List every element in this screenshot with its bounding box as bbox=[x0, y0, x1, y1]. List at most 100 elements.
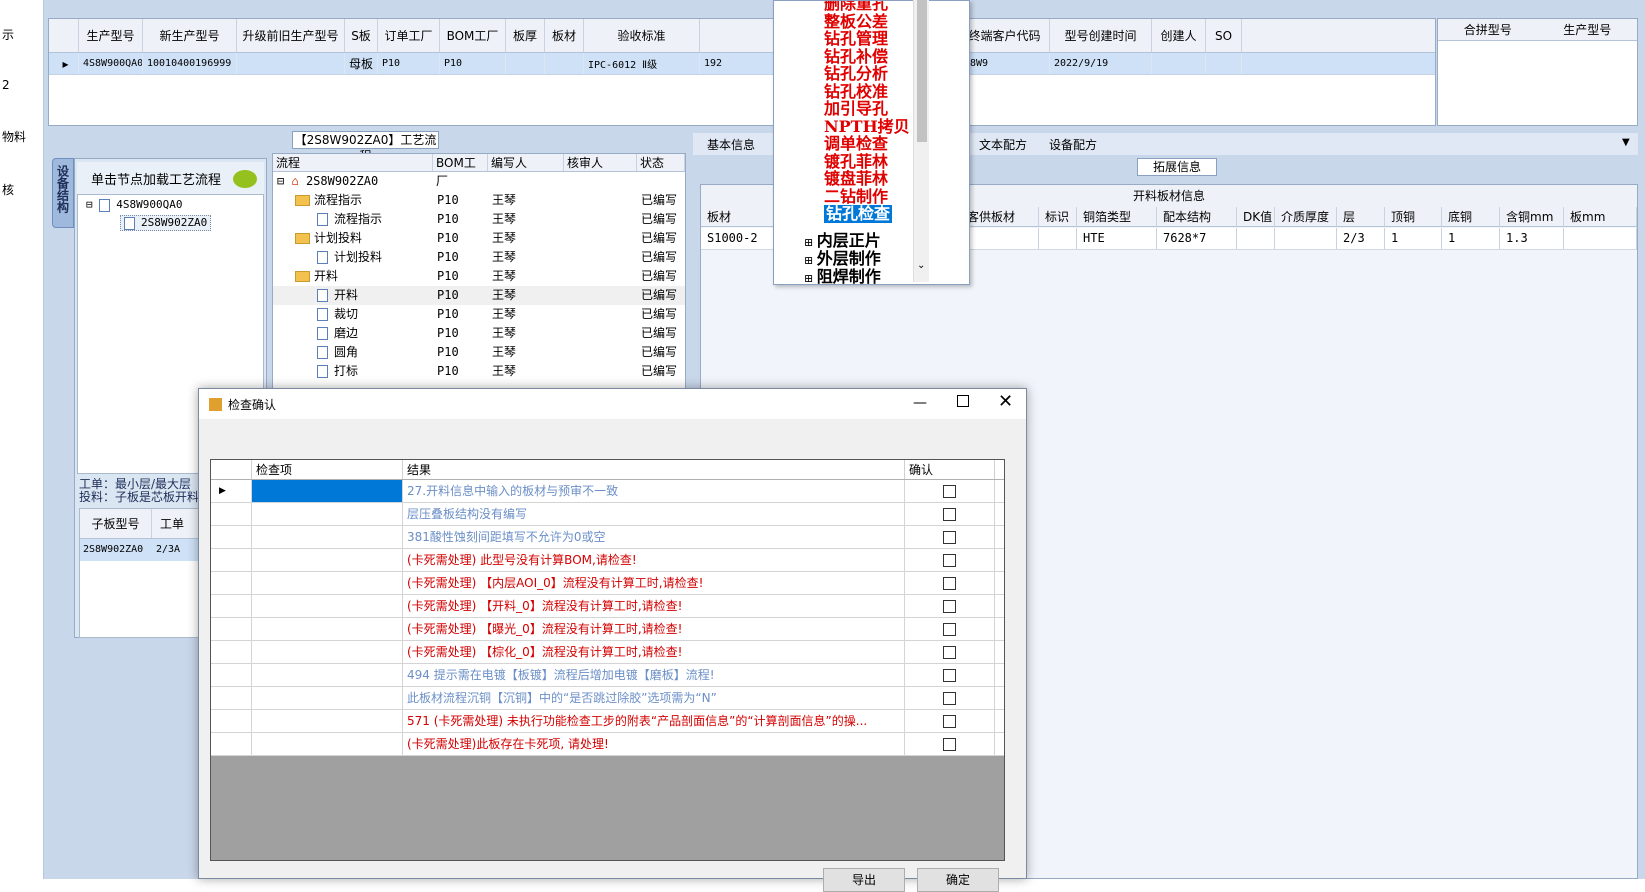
tree-node-child[interactable]: 2S8W902ZA0 bbox=[120, 215, 212, 231]
cell-result[interactable]: 此板材流程沉铜【沉铜】中的“是否跳过除胶”选项需为“N” bbox=[403, 687, 905, 709]
cell-model[interactable]: 4S8W900QA0 bbox=[79, 53, 143, 74]
menu-item[interactable]: 镀孔菲林 bbox=[824, 152, 888, 171]
cell[interactable]: 7628*7 bbox=[1157, 228, 1237, 249]
col-header[interactable]: 顶铜 bbox=[1385, 207, 1442, 226]
tab-equipment-recipe[interactable]: 设备配方 bbox=[1049, 136, 1097, 153]
cell-old-model[interactable] bbox=[237, 53, 345, 74]
flow-cell-reviewer[interactable] bbox=[564, 305, 637, 324]
expand-icon[interactable]: ⊞ bbox=[804, 272, 817, 284]
flow-cell-reviewer[interactable] bbox=[564, 343, 637, 362]
drill-menu-popup[interactable]: 删除重孔 整板公差 钻孔管理 钻孔补偿 钻孔分析 钻孔校准 加引导孔 NPTH拷贝 调单检查 镀孔… bbox=[773, 0, 970, 285]
expand-icon[interactable]: ⊞ bbox=[804, 236, 817, 249]
flow-cell-factory[interactable]: P10 bbox=[433, 210, 488, 229]
cell-bom-factory[interactable]: P10 bbox=[440, 53, 506, 74]
flow-cell-status[interactable]: 已编写 bbox=[637, 305, 685, 324]
flow-cell-reviewer[interactable] bbox=[564, 210, 637, 229]
col-header[interactable]: 核审人 bbox=[564, 154, 637, 171]
close-icon[interactable]: ✕ bbox=[998, 391, 1013, 412]
flow-cell-factory[interactable]: P10 bbox=[433, 191, 488, 210]
confirm-checkbox[interactable] bbox=[943, 577, 956, 590]
col-header[interactable]: SO bbox=[1206, 19, 1242, 52]
flow-step-name[interactable]: 计划投料 bbox=[273, 229, 433, 248]
confirm-checkbox[interactable] bbox=[943, 508, 956, 521]
flow-cell-writer[interactable]: 王琴 bbox=[488, 305, 564, 324]
flow-cell-writer[interactable]: 王琴 bbox=[488, 229, 564, 248]
col-header[interactable]: 板厚 bbox=[506, 19, 545, 52]
flow-root[interactable]: ⊟ ⌂ 2S8W902ZA0 bbox=[273, 172, 433, 191]
cell-customer-code[interactable]: S8W9 bbox=[960, 53, 1050, 74]
scroll-down-icon[interactable]: ⌄ bbox=[917, 260, 925, 271]
tab-dropdown-icon[interactable]: ▼ bbox=[1622, 137, 1630, 148]
flow-cell-writer[interactable]: 王琴 bbox=[488, 343, 564, 362]
cell-check-item[interactable] bbox=[252, 572, 403, 594]
flow-cell-factory[interactable]: P10 bbox=[433, 362, 488, 381]
cell-check-item[interactable] bbox=[252, 503, 403, 525]
check-row[interactable]: 494 提示需在电镀【板镀】流程后增加电镀【磨板】流程! bbox=[211, 664, 1004, 687]
col-header[interactable]: 编写人 bbox=[488, 154, 564, 171]
check-row[interactable]: ▶ 27.开料信息中输入的板材与预审不一致 bbox=[211, 480, 1004, 503]
flow-cell-status[interactable]: 已编写 bbox=[637, 248, 685, 267]
cell-result[interactable]: 27.开料信息中输入的板材与预审不一致 bbox=[403, 480, 905, 502]
check-row[interactable]: (卡死需处理)此板存在卡死项, 请处理! bbox=[211, 733, 1004, 756]
flow-cell-factory[interactable]: P10 bbox=[433, 229, 488, 248]
col-header[interactable]: 层 bbox=[1337, 207, 1385, 226]
menu-item[interactable]: 钻孔补偿 bbox=[824, 47, 888, 66]
cell-check-item[interactable] bbox=[252, 687, 403, 709]
flow-cell-reviewer[interactable] bbox=[564, 267, 637, 286]
flow-cell-factory[interactable]: P10 bbox=[433, 248, 488, 267]
col-header[interactable]: S板 bbox=[345, 19, 378, 52]
cell-check-item[interactable] bbox=[252, 549, 403, 571]
confirm-checkbox[interactable] bbox=[943, 531, 956, 544]
col-header[interactable]: 介质厚度 bbox=[1275, 207, 1337, 226]
confirm-checkbox[interactable] bbox=[943, 646, 956, 659]
flow-root-row[interactable]: ⊟ ⌂ 2S8W902ZA0 bbox=[273, 172, 685, 191]
confirm-checkbox[interactable] bbox=[943, 715, 956, 728]
collapse-icon[interactable]: ⊟ bbox=[86, 198, 93, 211]
confirm-checkbox[interactable] bbox=[943, 554, 956, 567]
col-header[interactable]: 创建人 bbox=[1152, 19, 1206, 52]
col-header[interactable]: BOM工厂 bbox=[440, 19, 506, 52]
cell-material[interactable] bbox=[545, 53, 584, 74]
menu-item[interactable]: 钻孔检查 bbox=[824, 205, 893, 223]
cell-result[interactable]: (卡死需处理) 此型号没有计算BOM,请检查! bbox=[403, 549, 905, 571]
minimize-icon[interactable]: — bbox=[913, 395, 927, 411]
flow-step-name[interactable]: 磨边 bbox=[273, 324, 433, 343]
flow-cell-writer[interactable]: 王琴 bbox=[488, 248, 564, 267]
col-header[interactable]: 含铜mm bbox=[1500, 207, 1564, 226]
cell-check-item[interactable] bbox=[252, 664, 403, 686]
cell[interactable]: 1.3 bbox=[1500, 228, 1564, 249]
col-header[interactable]: 流程 bbox=[273, 154, 433, 171]
cell-result[interactable]: 494 提示需在电镀【板镀】流程后增加电镀【磨板】流程! bbox=[403, 664, 905, 686]
cell-result[interactable]: (卡死需处理) 【内层AOI_0】流程没有计算工时,请检查! bbox=[403, 572, 905, 594]
confirm-checkbox[interactable] bbox=[943, 738, 956, 751]
col-header[interactable]: 子板型号 bbox=[80, 509, 152, 538]
col-header[interactable]: 验收标准 bbox=[584, 19, 700, 52]
col-header[interactable]: BOM工厂 bbox=[433, 154, 488, 188]
confirm-checkbox[interactable] bbox=[943, 692, 956, 705]
confirm-checkbox[interactable] bbox=[943, 485, 956, 498]
check-grid[interactable]: 检查项 结果 确认 ▶ 27.开料信息中输入的板材与预审不一致 层压叠板结构没有编写… bbox=[210, 459, 1005, 861]
menu-item[interactable]: 钻孔管理 bbox=[824, 30, 888, 48]
check-row[interactable]: 此板材流程沉铜【沉铜】中的“是否跳过除胶”选项需为“N” bbox=[211, 687, 1004, 710]
cell[interactable] bbox=[1237, 228, 1275, 249]
flow-cell-status[interactable]: 已编写 bbox=[637, 286, 685, 305]
cell-thickness[interactable] bbox=[506, 53, 545, 74]
col-header[interactable]: 配本结构 bbox=[1157, 207, 1237, 226]
flow-cell-factory[interactable]: P10 bbox=[433, 267, 488, 286]
cell[interactable] bbox=[1564, 228, 1637, 249]
flow-cell-factory[interactable]: P10 bbox=[433, 305, 488, 324]
flow-row[interactable]: 圆角 P10 王琴 已编写 bbox=[273, 343, 685, 362]
check-row[interactable]: (卡死需处理) 此型号没有计算BOM,请检查! bbox=[211, 549, 1004, 572]
cell-so[interactable] bbox=[1206, 53, 1242, 74]
cell-creator[interactable] bbox=[1152, 53, 1206, 74]
flow-cell-status[interactable]: 已编写 bbox=[637, 362, 685, 381]
check-row[interactable]: 571 (卡死需处理) 未执行功能检查工步的附表“产品剖面信息”的“计算剖面信息… bbox=[211, 710, 1004, 733]
flow-cell-reviewer[interactable] bbox=[564, 362, 637, 381]
check-row[interactable]: 381酸性蚀刻间距填写不允许为0或空 bbox=[211, 526, 1004, 549]
cell-sub-model[interactable]: 2S8W902ZA0 bbox=[80, 539, 152, 561]
flow-row[interactable]: 计划投料 P10 王琴 已编写 bbox=[273, 248, 685, 267]
cell[interactable]: 1 bbox=[1385, 228, 1442, 249]
confirm-checkbox[interactable] bbox=[943, 669, 956, 682]
flow-cell-status[interactable]: 已编写 bbox=[637, 343, 685, 362]
cell-order-factory[interactable]: P10 bbox=[378, 53, 440, 74]
